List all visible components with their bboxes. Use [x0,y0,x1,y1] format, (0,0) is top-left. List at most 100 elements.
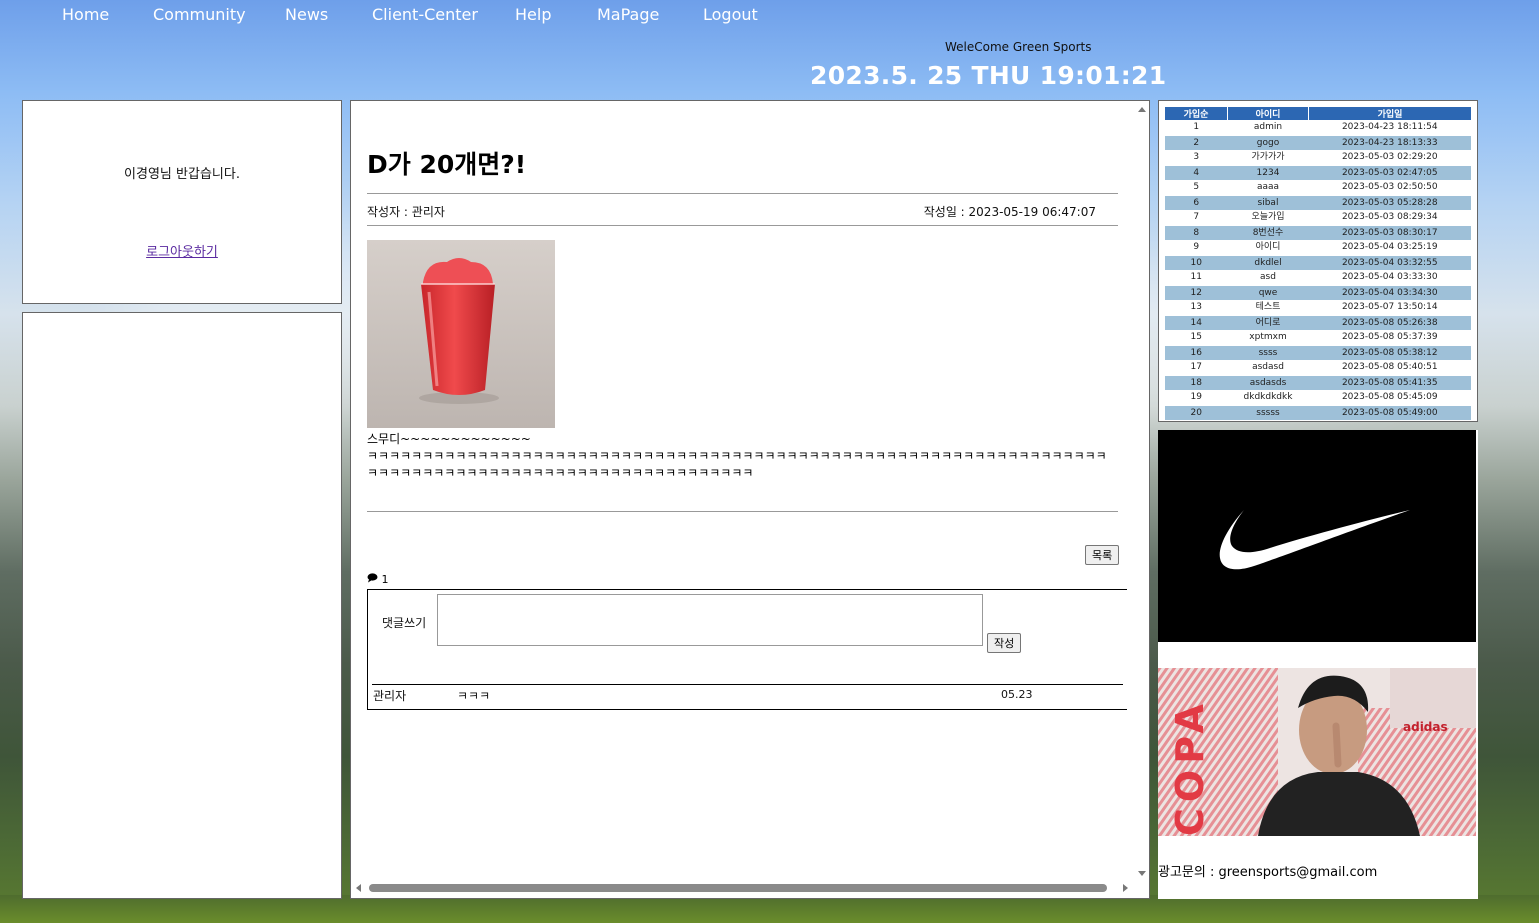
nike-ad[interactable] [1158,430,1476,642]
column-header: 아이디 [1227,107,1309,120]
left-empty-panel [22,312,342,899]
list-button[interactable]: 목록 [1085,545,1120,565]
table-row: 2 gogo 2023-04-23 18:13:33 [1165,134,1471,150]
table-row: 19 dkdkdkdkk 2023-05-08 05:45:09 [1165,390,1471,405]
adidas-brand-text: adidas [1403,720,1448,734]
table-cell: 10 [1165,254,1228,270]
horizontal-scrollbar[interactable] [351,878,1128,898]
vertical-scrollbar[interactable] [1135,101,1149,879]
table-row: 2161215912023-05-10 01:38:34 [1165,420,1472,421]
table-row: 5 aaaa 2023-05-03 02:50:50 [1165,180,1471,195]
clock-display: 2023.5. 25 THU 19:01:21 [810,61,1167,90]
table-row: 4 1234 2023-05-03 02:47:05 [1165,164,1471,180]
table-row: 16 ssss 2023-05-08 05:38:12 [1165,344,1471,360]
table-row: 15 xptmxm 2023-05-08 05:37:39 [1165,330,1471,345]
table-cell: 2023-05-08 05:49:00 [1308,404,1471,420]
table-row: 9 아이디 2023-05-04 03:25:19 [1165,240,1471,255]
table-cell: asdasds [1227,374,1309,390]
table-row: 6 sibal 2023-05-03 05:28:28 [1165,194,1471,210]
table-cell: sssss [1227,404,1309,420]
table-cell: 2023-05-08 05:26:38 [1308,314,1471,330]
table-cell: 6121591 [1228,420,1309,421]
post-title: D가 20개면?! [367,150,527,179]
table-cell: 가가가가 [1251,152,1285,162]
table-cell: sibal [1227,194,1309,210]
table-row: 8 8번선수 2023-05-03 08:30:17 [1165,224,1471,240]
post-author: 작성자 : 관리자 [367,205,445,219]
welcome-text: WeleCome Green Sports [945,40,1092,54]
scroll-right-icon[interactable] [1123,884,1128,892]
member-table: 가입순 아이디 가입일 1 admin 2023-04-23 18:11:54 2 go… [1165,107,1472,421]
scroll-up-icon[interactable] [1138,107,1146,112]
table-cell: 15 [1190,332,1202,342]
table-cell: 2023-04-23 18:13:33 [1308,134,1471,150]
table-cell: 테스트 [1255,302,1281,312]
table-cell: 2023-05-04 03:25:19 [1341,242,1438,252]
scroll-left-icon[interactable] [356,884,361,892]
divider [367,225,1118,226]
table-cell: 13 [1190,302,1202,312]
nav-logout[interactable]: Logout [703,5,758,24]
table-cell: 20 [1165,404,1228,420]
table-cell: 21 [1165,420,1228,421]
table-row: 1 admin 2023-04-23 18:11:54 [1165,120,1471,135]
ad-panel: COPA adidas 광고문의 : greensports@gmail.com [1158,430,1478,899]
nav-help[interactable]: Help [515,5,551,24]
table-cell: asdasd [1252,362,1284,372]
table-cell: 2023-04-23 18:11:54 [1341,122,1438,132]
table-cell: 2023-05-03 05:28:28 [1308,194,1471,210]
table-row: 10 dkdlel 2023-05-04 03:32:55 [1165,254,1471,270]
adidas-ad[interactable]: COPA adidas [1158,668,1476,836]
ad-contact-text: 광고문의 : greensports@gmail.com [1158,865,1378,880]
table-cell: 2023-05-03 08:29:34 [1341,212,1438,222]
post-body-line: 스무디~~~~~~~~~~~~~ [367,432,531,446]
speech-bubble-icon [367,573,378,583]
table-cell: 2023-05-08 05:40:51 [1341,362,1438,372]
table-cell: 8 [1165,224,1228,240]
table-row: 18 asdasds 2023-05-08 05:41:35 [1165,374,1471,390]
table-row: 13 테스트 2023-05-07 13:50:14 [1165,300,1471,315]
post-image [367,240,555,428]
nav-client-center[interactable]: Client-Center [372,5,478,24]
table-cell: 11 [1190,272,1202,282]
column-header: 가입일 [1308,107,1471,120]
table-cell: 12 [1165,284,1228,300]
table-cell: qwe [1227,284,1309,300]
scroll-thumb[interactable] [369,884,1107,892]
scroll-down-icon[interactable] [1138,871,1146,876]
table-cell: 2023-05-10 01:38:34 [1309,420,1472,421]
table-cell: 2023-05-04 03:32:55 [1308,254,1471,270]
table-cell: 2023-05-07 13:50:14 [1341,302,1438,312]
table-cell: 8번선수 [1227,224,1309,240]
table-cell: 2023-05-08 05:38:12 [1308,344,1471,360]
post-panel: D가 20개면?! 작성자 : 관리자 작성일 : 2023-05-19 06:… [350,100,1150,899]
table-cell: 1234 [1227,164,1309,180]
post-body: 스무디~~~~~~~~~~~~~ ㅋㅋㅋㅋㅋㅋㅋㅋㅋㅋㅋㅋㅋㅋㅋㅋㅋㅋㅋㅋㅋㅋㅋ… [367,431,1117,482]
divider [367,193,1118,194]
user-panel: 이경영님 반갑습니다. 로그아웃하기 [22,100,342,304]
nav-mapage[interactable]: MaPage [597,5,659,24]
comment-input[interactable] [437,594,983,646]
logout-link[interactable]: 로그아웃하기 [23,241,341,260]
table-row: 20 sssss 2023-05-08 05:49:00 [1165,404,1471,420]
table-cell: ssss [1227,344,1309,360]
table-cell: 7 [1193,212,1200,222]
table-row: 11 asd 2023-05-04 03:33:30 [1165,270,1471,285]
table-cell: asd [1260,272,1276,282]
nav-community[interactable]: Community [153,5,246,24]
table-cell: dkdkdkdkk [1243,392,1293,402]
post-body-line: ㅋㅋㅋㅋㅋㅋㅋㅋㅋㅋㅋㅋㅋㅋㅋㅋㅋㅋㅋㅋㅋㅋㅋㅋㅋㅋㅋㅋㅋㅋㅋㅋㅋㅋㅋㅋㅋㅋㅋㅋ… [367,449,1107,480]
table-cell: 18 [1165,374,1228,390]
table-cell: 오늘가입 [1251,212,1285,222]
table-cell: 4 [1165,164,1228,180]
nav-home[interactable]: Home [62,5,109,24]
comment-submit-button[interactable]: 작성 [987,633,1022,653]
top-nav: Home Community News Client-Center Help M… [0,0,1539,32]
table-cell: 2023-05-03 02:47:05 [1308,164,1471,180]
nav-news[interactable]: News [285,5,328,24]
table-row: 3 가가가가 2023-05-03 02:29:20 [1165,150,1471,165]
table-cell: 16 [1165,344,1228,360]
table-cell: xptmxm [1249,332,1287,342]
table-cell: aaaa [1256,182,1280,192]
table-row: 14 어디로 2023-05-08 05:26:38 [1165,314,1471,330]
